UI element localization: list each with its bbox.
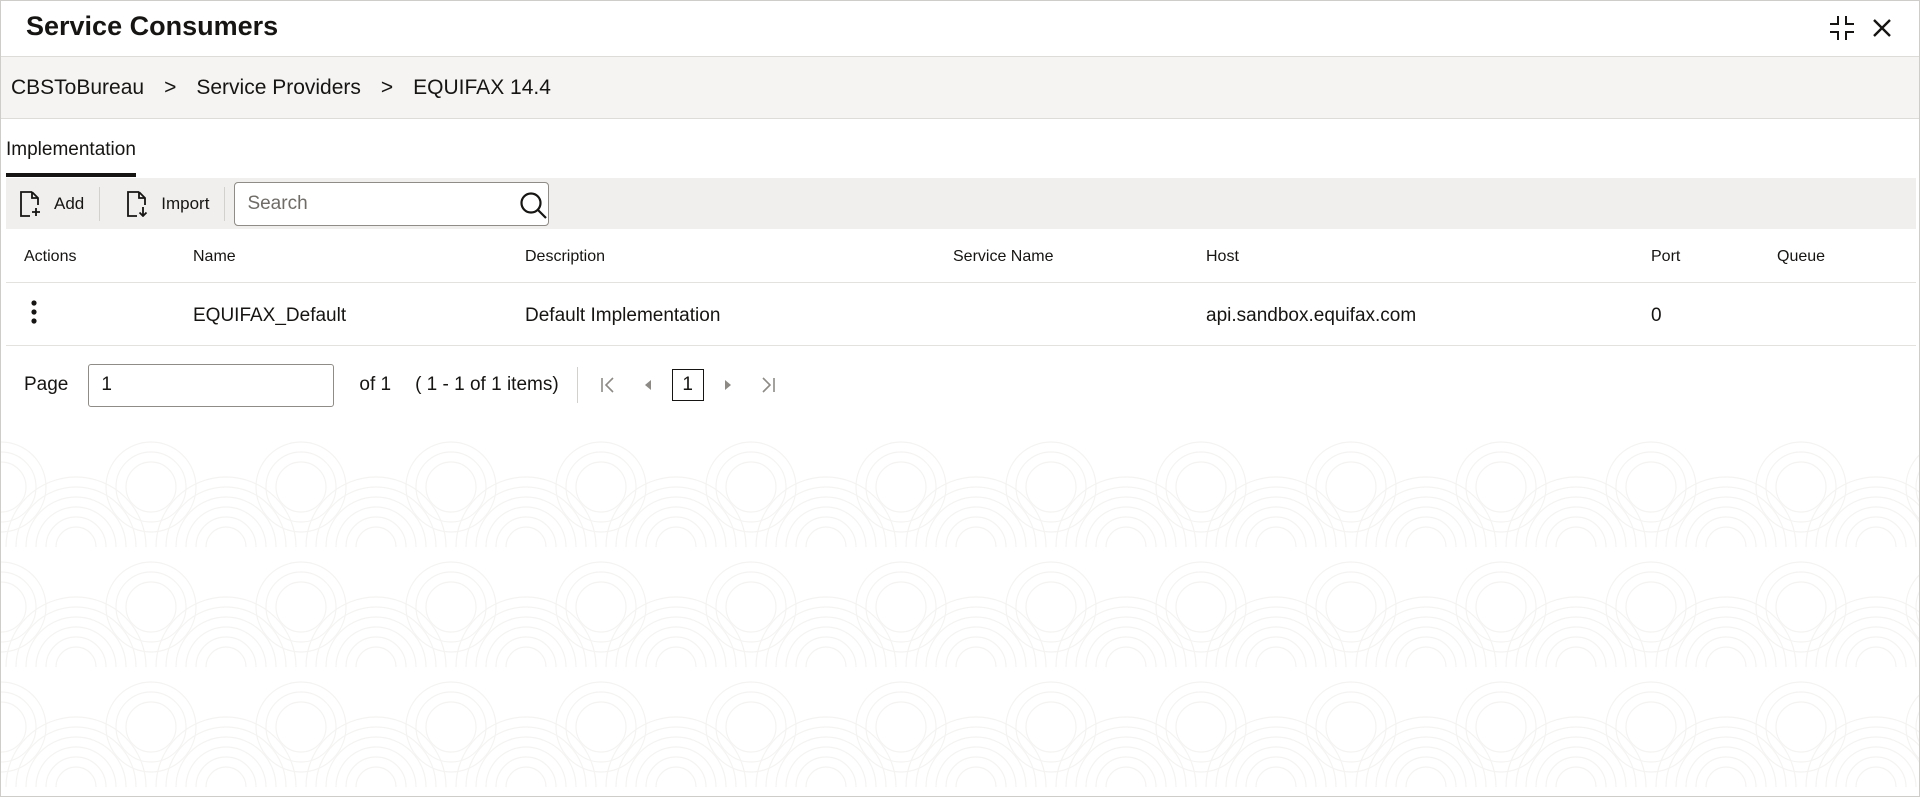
breadcrumb-separator: > — [164, 75, 177, 99]
pagination: Page of 1 ( 1 - 1 of 1 items) 1 — [24, 363, 784, 407]
cell-name: EQUIFAX_Default — [193, 305, 347, 326]
column-header-description[interactable]: Description — [525, 248, 605, 266]
previous-page-button[interactable] — [632, 369, 664, 401]
page-label: Page — [24, 374, 69, 395]
search-box — [234, 181, 550, 226]
toolbar: Add Import — [6, 178, 1916, 229]
breadcrumb-separator: > — [380, 75, 394, 99]
add-button-label: Add — [54, 193, 85, 213]
page-count-text: of 1 — [359, 374, 392, 395]
search-icon[interactable] — [519, 191, 549, 219]
first-page-button[interactable] — [592, 369, 624, 401]
breadcrumb-item-cbstobureau[interactable]: CBSToBureau — [11, 76, 144, 100]
column-header-name[interactable]: Name — [193, 248, 236, 266]
first-page-icon — [600, 377, 614, 393]
cell-host: api.sandbox.equifax.com — [1206, 305, 1417, 326]
minimize-button[interactable] — [1827, 13, 1857, 43]
import-document-icon — [127, 190, 148, 217]
cell-port: 0 — [1651, 305, 1662, 326]
item-range-text: ( 1 - 1 of 1 items) — [415, 374, 559, 395]
tab-active-indicator — [6, 173, 136, 177]
pagination-divider — [576, 367, 578, 403]
chevron-right-icon — [724, 380, 731, 390]
dialog-title: Service Consumers — [26, 11, 279, 41]
column-header-actions: Actions — [24, 248, 77, 265]
table-row[interactable]: EQUIFAX_Default Default Implementation a… — [6, 283, 1916, 346]
column-header-service-name[interactable]: Service Name — [953, 248, 1053, 266]
column-header-port[interactable]: Port — [1651, 248, 1680, 266]
next-page-button[interactable] — [712, 369, 744, 401]
column-header-queue[interactable]: Queue — [1777, 248, 1825, 266]
current-page-button[interactable]: 1 — [671, 369, 704, 401]
more-vertical-icon — [31, 300, 37, 324]
close-icon — [1873, 19, 1891, 37]
chevron-left-icon — [644, 380, 651, 390]
page-number-input[interactable] — [88, 363, 335, 407]
import-button-label: Import — [161, 193, 210, 213]
add-button[interactable]: Add — [6, 184, 94, 224]
toolbar-divider — [224, 186, 226, 221]
dialog-header: Service Consumers — [1, 1, 1919, 56]
toolbar-divider — [99, 186, 101, 221]
tab-bar: Implementation — [6, 133, 136, 178]
last-page-button[interactable] — [752, 369, 784, 401]
compress-icon — [1830, 16, 1854, 40]
background-pattern — [1, 427, 1919, 796]
table-header: Actions Name Description Service Name Ho… — [6, 229, 1916, 283]
column-header-host[interactable]: Host — [1206, 248, 1239, 266]
breadcrumb: CBSToBureau > Service Providers > EQUIFA… — [1, 56, 1919, 119]
row-actions-button[interactable] — [24, 297, 44, 327]
add-document-icon — [20, 190, 40, 217]
breadcrumb-item-equifax: EQUIFAX 14.4 — [413, 75, 551, 99]
last-page-icon — [762, 377, 775, 393]
tab-label: Implementation — [6, 139, 136, 160]
breadcrumb-item-service-providers[interactable]: Service Providers — [196, 76, 361, 100]
cell-description: Default Implementation — [525, 305, 721, 326]
search-input[interactable] — [234, 181, 550, 226]
service-consumers-dialog: Service Consumers CBSToBureau > Service … — [0, 0, 1920, 797]
implementation-table: Actions Name Description Service Name Ho… — [6, 229, 1916, 346]
import-button[interactable]: Import — [105, 184, 219, 224]
tab-implementation[interactable]: Implementation — [6, 133, 136, 177]
close-button[interactable] — [1867, 13, 1897, 43]
